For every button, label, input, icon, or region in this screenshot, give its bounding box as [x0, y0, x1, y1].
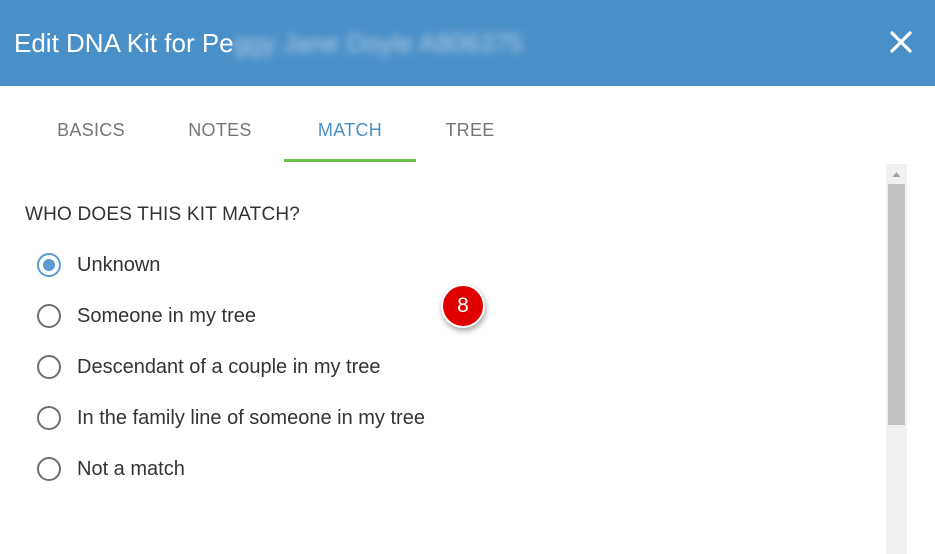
option-descendant-of-couple[interactable]: Descendant of a couple in my tree [35, 350, 495, 401]
vertical-scrollbar[interactable] [886, 164, 907, 554]
dialog-title: Edit DNA Kit for Peggy Jane Doyle A80637… [14, 26, 523, 60]
option-label: Unknown [77, 254, 161, 276]
dialog-header: Edit DNA Kit for Peggy Jane Doyle A80637… [0, 0, 935, 86]
radio-button[interactable] [37, 457, 61, 481]
tab-basics[interactable]: BASICS [32, 86, 150, 162]
scrollbar-thumb[interactable] [888, 184, 905, 425]
radio-button[interactable] [37, 304, 61, 328]
option-not-a-match[interactable]: Not a match [35, 452, 495, 503]
radio-button-selected[interactable] [37, 253, 61, 277]
tab-bar: BASICS NOTES MATCH TREE [0, 86, 935, 166]
option-someone-in-tree[interactable]: Someone in my tree [35, 299, 495, 350]
option-family-line[interactable]: In the family line of someone in my tree [35, 401, 495, 452]
option-label: Descendant of a couple in my tree [77, 356, 381, 378]
tab-match[interactable]: MATCH [284, 86, 416, 162]
tab-notes[interactable]: NOTES [161, 86, 279, 162]
match-options-radio-group: Unknown Someone in my tree Descendant of… [35, 248, 495, 503]
dialog-title-text: Edit DNA Kit for Pe [14, 28, 234, 58]
radio-button[interactable] [37, 355, 61, 379]
radio-button[interactable] [37, 406, 61, 430]
close-icon [890, 31, 912, 53]
option-unknown[interactable]: Unknown [35, 248, 495, 299]
tab-tree[interactable]: TREE [418, 86, 522, 162]
active-tab-indicator [284, 159, 416, 162]
option-label: Someone in my tree [77, 305, 256, 327]
option-label: In the family line of someone in my tree [77, 407, 425, 429]
scroll-up-arrow[interactable] [886, 164, 907, 184]
triangle-up-icon [892, 172, 901, 177]
dialog-title-obscured-name: ggy Jane Doyle A806375 [233, 28, 523, 58]
step-number-badge: 8 [441, 284, 485, 328]
option-label: Not a match [77, 458, 185, 480]
close-button[interactable] [882, 25, 920, 61]
match-question-heading: WHO DOES THIS KIT MATCH? [25, 204, 301, 225]
